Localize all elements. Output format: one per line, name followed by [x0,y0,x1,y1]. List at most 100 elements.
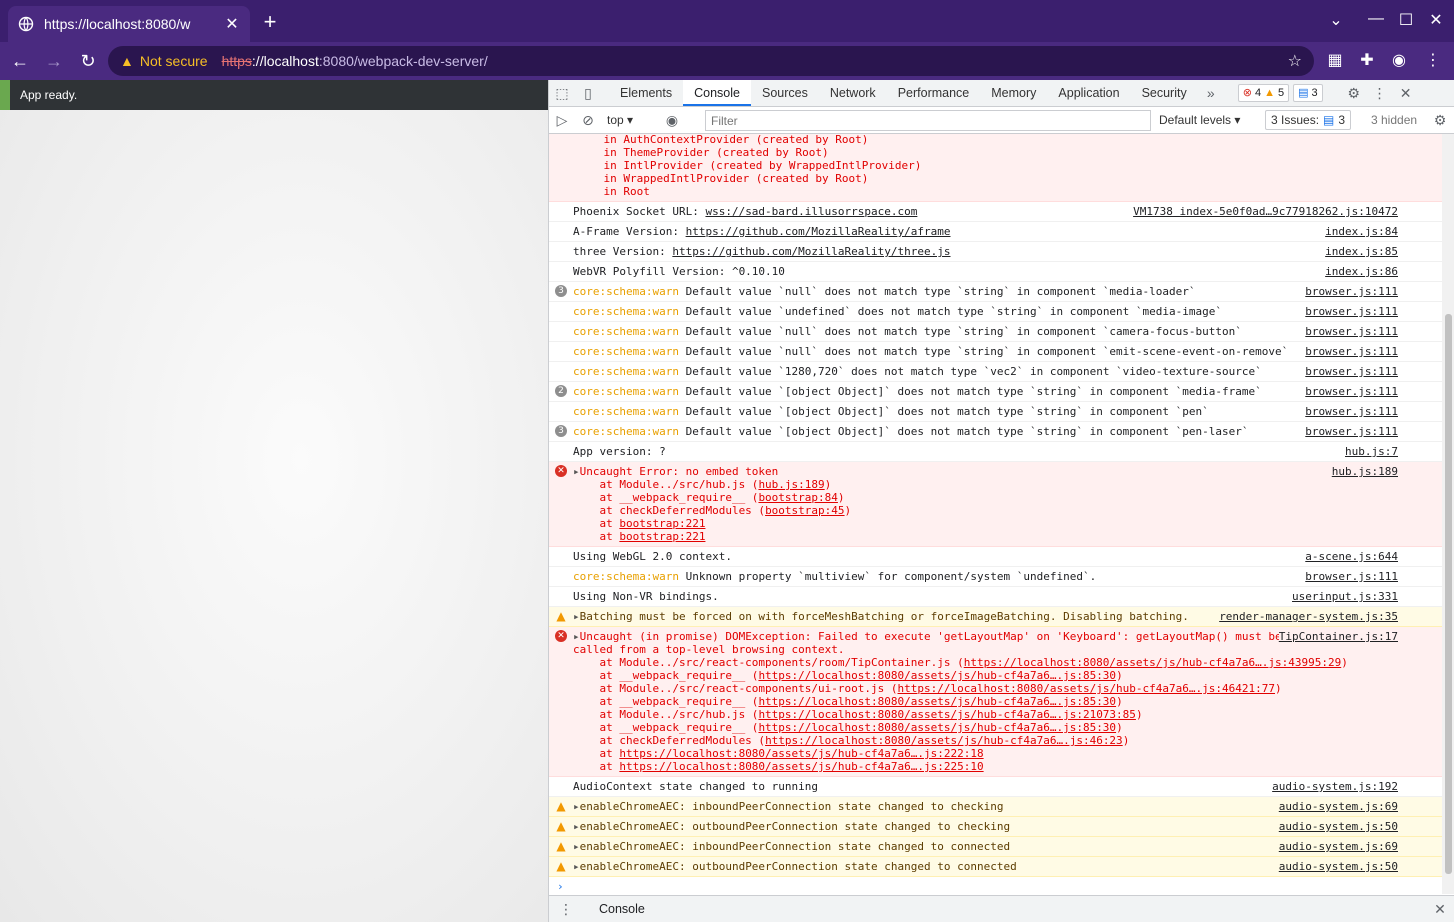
close-devtools-icon[interactable]: ✕ [1393,80,1419,106]
bookmark-star-icon[interactable]: ☆ [1288,51,1302,71]
list-item: core:schema:warn Unknown property `multi… [549,567,1442,587]
list-item: core:schema:warn Default value `[object … [549,402,1442,422]
list-item: in AuthContextProvider (created by Root)… [549,134,1442,202]
reload-icon[interactable]: ↻ [74,47,102,75]
expand-triangle-icon[interactable]: ▸ [573,630,580,643]
close-tab-icon[interactable]: ✕ [224,14,240,34]
source-link[interactable]: browser.js:111 [1305,405,1398,418]
tab-sources[interactable]: Sources [751,80,819,106]
back-icon[interactable]: ← [6,47,34,75]
tab-security[interactable]: Security [1131,80,1198,106]
log-levels-dropdown[interactable]: Default levels ▾ [1159,113,1240,127]
error-warning-badge[interactable]: ⊗ 4 ▲ 5 [1237,84,1290,102]
expand-triangle-icon[interactable]: ▸ [573,465,580,478]
source-link[interactable]: browser.js:111 [1305,385,1398,398]
not-secure-label[interactable]: Not secure [140,53,208,69]
minimize-icon[interactable]: — [1366,10,1386,28]
console-filter-bar: ▷ ⊘ top ▾ ◉ Default levels ▾ 3 Issues:▤3… [549,107,1454,134]
context-selector[interactable]: top ▾ [607,113,653,127]
tab-search-icon[interactable]: ⌄ [1326,10,1346,30]
warning-entry[interactable]: ▲ ▸enableChromeAEC: inboundPeerConnection… [549,837,1442,857]
tab-console[interactable]: Console [683,80,751,106]
expand-triangle-icon[interactable]: ▸ [573,610,580,623]
list-item: core:schema:warn Default value `null` do… [549,322,1442,342]
tab-performance[interactable]: Performance [887,80,981,106]
source-link[interactable]: hub.js:189 [1331,465,1398,478]
gear-icon[interactable]: ⚙ [1341,80,1367,106]
puzzle-icon[interactable]: ✚ [1354,48,1380,74]
scrollbar-thumb[interactable] [1445,314,1452,874]
source-link[interactable]: render-manager-system.js:35 [1219,610,1398,623]
eye-icon[interactable]: ◉ [659,107,685,133]
expand-triangle-icon[interactable]: ▸ [573,800,580,813]
source-link[interactable]: browser.js:111 [1305,365,1398,378]
tab-network[interactable]: Network [819,80,887,106]
source-link[interactable]: browser.js:111 [1305,425,1398,438]
tab-memory[interactable]: Memory [980,80,1047,106]
forward-icon[interactable]: → [40,47,68,75]
source-link[interactable]: TipContainer.js:17 [1278,630,1398,643]
sidebar-toggle-icon[interactable]: ▷ [549,107,575,133]
messages-badge[interactable]: ▤ 3 [1293,84,1323,102]
close-window-icon[interactable]: ✕ [1426,10,1446,30]
error-entry[interactable]: ✕ ▸Uncaught Error: no embed token hub.js:1… [549,462,1442,547]
console-scrollbar[interactable] [1442,134,1454,894]
source-link[interactable]: browser.js:111 [1305,305,1398,318]
new-tab-button[interactable]: + [258,10,282,34]
list-item: three Version: https://github.com/Mozill… [549,242,1442,262]
source-link[interactable]: audio-system.js:50 [1278,860,1398,873]
source-link[interactable]: index.js:85 [1325,245,1398,258]
source-link[interactable]: browser.js:111 [1305,570,1398,583]
inspect-icon[interactable]: ⬚ [549,80,575,106]
maximize-icon[interactable]: ☐ [1396,10,1416,30]
drawer-tab-console[interactable]: Console [589,896,655,922]
issues-button[interactable]: 3 Issues: ▤ 3 [1265,110,1352,130]
warning-entry[interactable]: ▲ ▸Batching must be forced on with forceM… [549,607,1442,627]
list-item: AudioContext state changed to running aud… [549,777,1442,797]
repeat-count-badge: 2 [555,385,567,397]
hidden-count: 3 hidden [1371,113,1418,127]
address-bar[interactable]: ▲ Not secure https://localhost:8080/webp… [108,46,1314,76]
source-link[interactable]: audio-system.js:69 [1278,840,1398,853]
tab-elements[interactable]: Elements [609,80,683,106]
expand-triangle-icon[interactable]: ▸ [573,860,580,873]
expand-triangle-icon[interactable]: ▸ [573,840,580,853]
source-link[interactable]: index.js:84 [1325,225,1398,238]
expand-triangle-icon[interactable]: ▸ [573,820,580,833]
drawer-menu-icon[interactable]: ⋮ [553,896,579,922]
source-link[interactable]: index.js:86 [1325,265,1398,278]
source-link[interactable]: browser.js:111 [1305,285,1398,298]
warning-entry[interactable]: ▲ ▸enableChromeAEC: outboundPeerConnectio… [549,817,1442,837]
app-status-bar: App ready. [0,80,548,110]
filter-input[interactable] [705,110,1151,131]
console-prompt[interactable]: › [549,877,1442,894]
source-link[interactable]: audio-system.js:69 [1278,800,1398,813]
source-link[interactable]: audio-system.js:50 [1278,820,1398,833]
browser-tab[interactable]: https://localhost:8080/w ✕ [8,6,250,42]
menu-dots-icon[interactable]: ⋮ [1420,48,1446,74]
source-link[interactable]: userinput.js:331 [1292,590,1398,603]
url-text[interactable]: https://localhost:8080/webpack-dev-serve… [222,53,488,69]
error-entry[interactable]: ✕ ▸Uncaught (in promise) DOMException: Fa… [549,627,1442,777]
kebab-menu-icon[interactable]: ⋮ [1367,80,1393,106]
more-tabs-icon[interactable]: » [1198,80,1224,106]
console-settings-gear-icon[interactable]: ⚙ [1427,107,1453,133]
warning-icon: ▲ [120,53,134,69]
source-link[interactable]: audio-system.js:192 [1272,780,1398,793]
source-link[interactable]: a-scene.js:644 [1305,550,1398,563]
close-drawer-icon[interactable]: ✕ [1427,896,1453,922]
source-link[interactable]: VM1738 index-5e0f0ad…9c77918262.js:10472 [1133,205,1398,218]
warning-entry[interactable]: ▲ ▸enableChromeAEC: inboundPeerConnection… [549,797,1442,817]
device-toggle-icon[interactable]: ▯ [575,80,601,106]
browser-chrome: https://localhost:8080/w ✕ + ⌄ — ☐ ✕ ← →… [0,0,1454,80]
source-link[interactable]: browser.js:111 [1305,345,1398,358]
clear-console-icon[interactable]: ⊘ [575,107,601,133]
tab-application[interactable]: Application [1047,80,1130,106]
source-link[interactable]: browser.js:111 [1305,325,1398,338]
profile-avatar-icon[interactable]: ◉ [1386,48,1412,74]
extension-icon[interactable]: ▦ [1322,48,1348,74]
list-item: Using WebGL 2.0 context. a-scene.js:644 [549,547,1442,567]
warning-entry[interactable]: ▲ ▸enableChromeAEC: outboundPeerConnectio… [549,857,1442,877]
source-link[interactable]: hub.js:7 [1345,445,1398,458]
devtools-drawer: ⋮ Console ✕ [549,895,1454,922]
